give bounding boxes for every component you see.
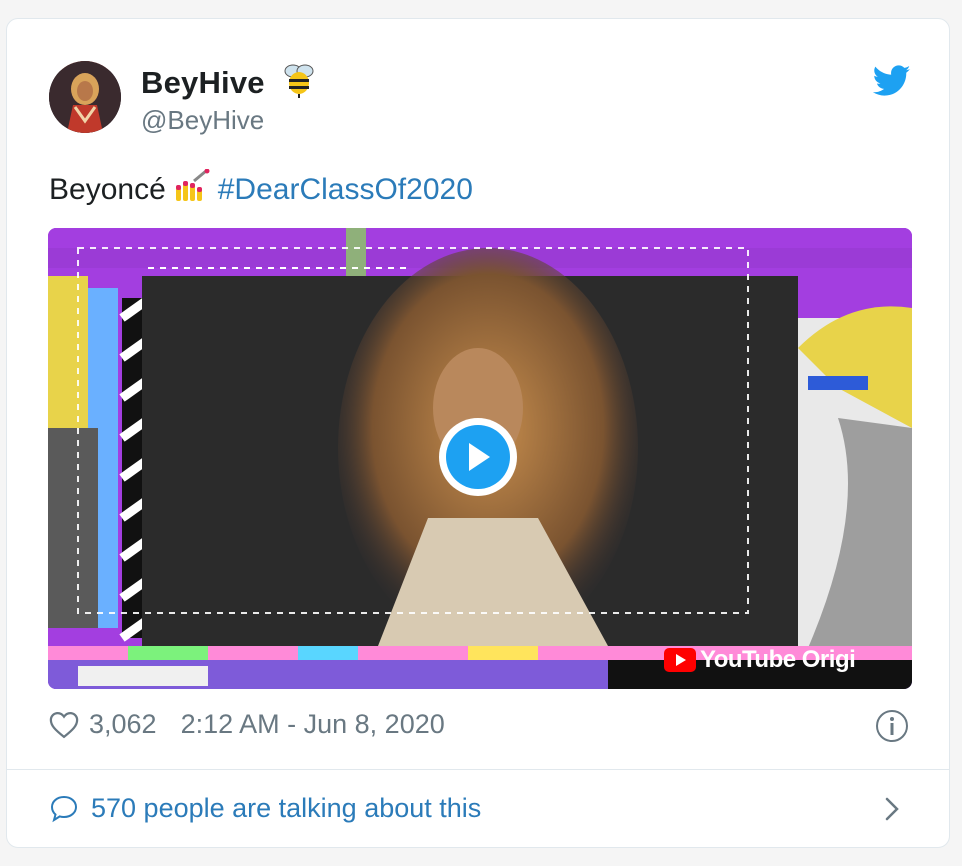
heart-icon[interactable] bbox=[49, 711, 79, 739]
tweet-text: Beyoncé #DearClassOf2020 bbox=[49, 169, 473, 207]
bee-emoji-icon bbox=[284, 64, 314, 98]
video-player[interactable]: YouTube Origi bbox=[48, 228, 912, 689]
avatar[interactable] bbox=[49, 61, 121, 133]
nail-polish-emoji-icon bbox=[175, 169, 210, 201]
info-icon[interactable] bbox=[875, 709, 909, 743]
youtube-badge-text: YouTube Origi bbox=[700, 646, 856, 673]
author-handle[interactable]: @BeyHive bbox=[141, 105, 264, 136]
speech-bubble-icon bbox=[50, 795, 78, 822]
tweet-card: BeyHive @BeyHive Beyoncé #DearClassOf202… bbox=[6, 18, 950, 848]
tweet-meta: 3,062 2:12 AM - Jun 8, 2020 bbox=[49, 709, 445, 740]
author-display-name[interactable]: BeyHive bbox=[141, 65, 265, 101]
youtube-badge: YouTube Origi bbox=[664, 646, 856, 674]
chevron-right-icon[interactable] bbox=[881, 794, 903, 824]
conversation-link-text: 570 people are talking about this bbox=[91, 793, 482, 823]
hashtag-link[interactable]: #DearClassOf2020 bbox=[218, 173, 473, 206]
like-count[interactable]: 3,062 bbox=[89, 709, 157, 740]
play-icon bbox=[469, 443, 490, 471]
tweet-text-prefix: Beyoncé bbox=[49, 173, 166, 206]
conversation-link[interactable]: 570 people are talking about this bbox=[49, 793, 481, 824]
twitter-bird-icon[interactable] bbox=[873, 65, 911, 97]
tweet-timestamp[interactable]: 2:12 AM - Jun 8, 2020 bbox=[181, 709, 445, 740]
youtube-logo-icon bbox=[664, 648, 696, 672]
divider bbox=[7, 769, 949, 770]
play-button[interactable] bbox=[439, 418, 517, 496]
